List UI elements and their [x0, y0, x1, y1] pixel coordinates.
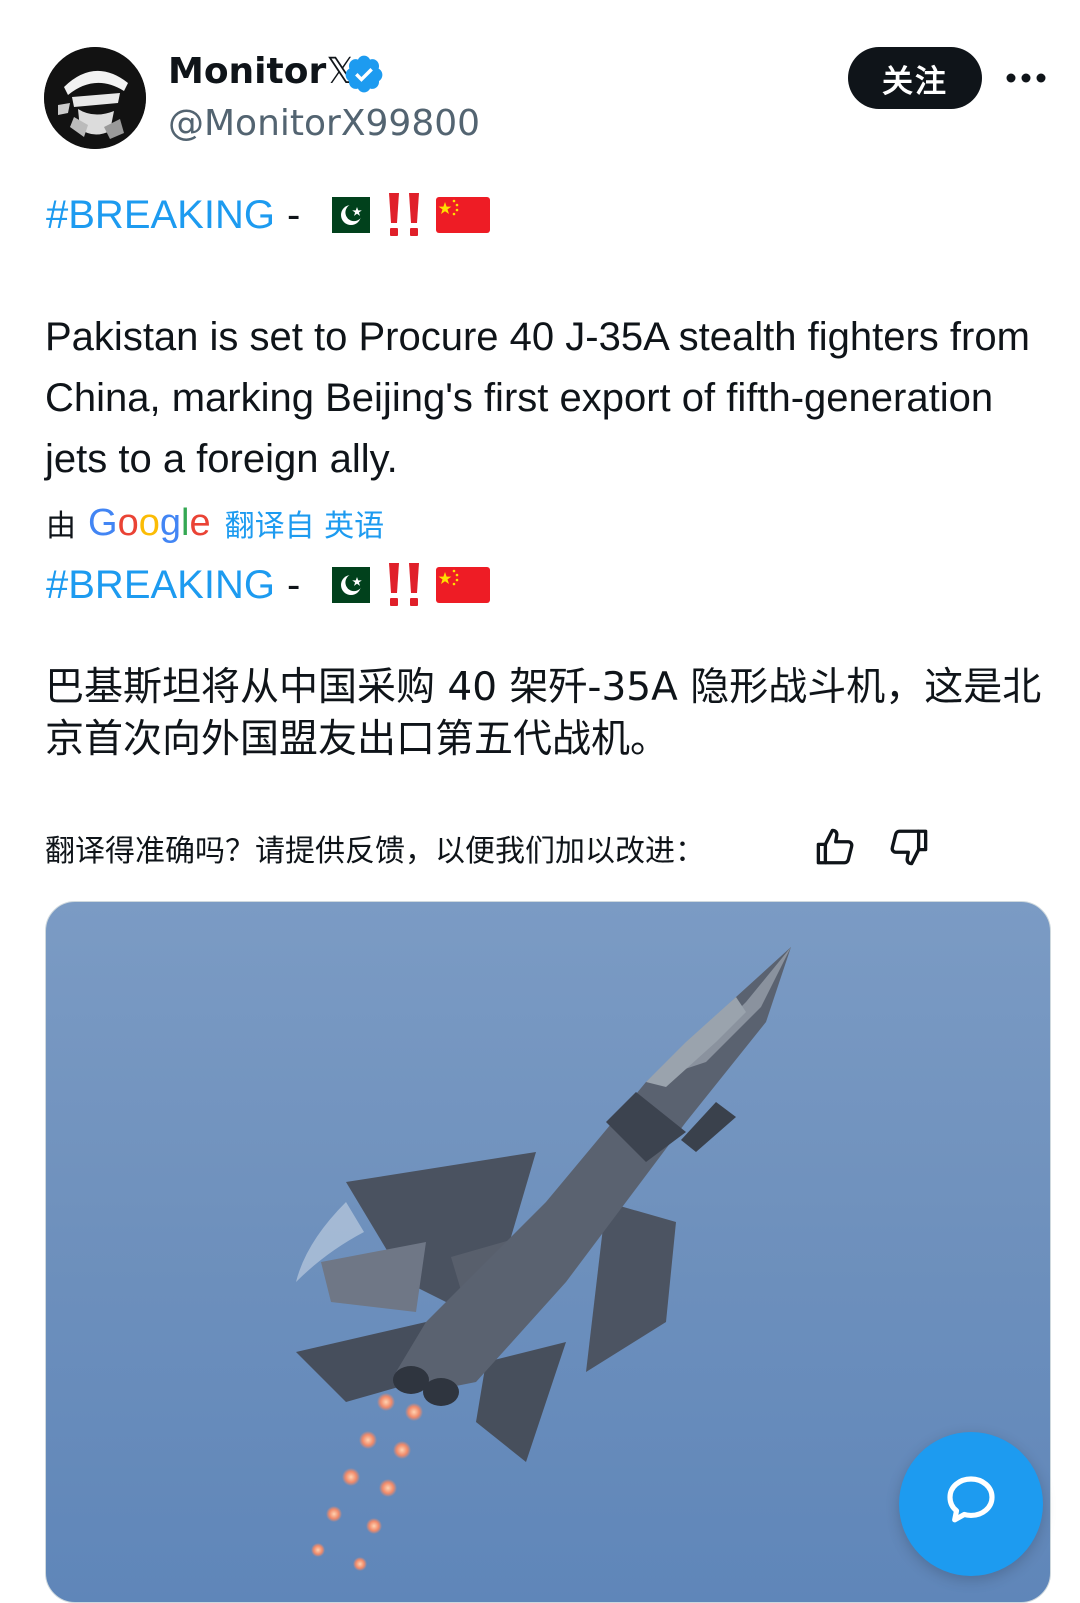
author-display-name[interactable]: Monitor𝕏: [168, 50, 355, 94]
display-name-text: Monitor: [168, 51, 327, 92]
flag-china-icon: [436, 567, 491, 603]
post-header: Monitor𝕏 @MonitorX99800 关注: [0, 0, 1080, 160]
hashtag-link[interactable]: #BREAKING: [46, 191, 275, 239]
dash-separator: -: [286, 192, 301, 237]
double-exclamation-icon: [389, 193, 420, 236]
post-body-english: Pakistan is set to Procure 40 J-35A stea…: [45, 315, 1030, 481]
flag-pakistan-icon: [320, 197, 371, 233]
follow-button[interactable]: 关注: [848, 47, 982, 109]
more-horizontal-icon[interactable]: [1004, 66, 1048, 90]
translated-by-label: 由: [46, 509, 76, 544]
translated-from-link[interactable]: 翻译自 英语: [225, 501, 385, 545]
google-logo: Google: [88, 502, 211, 544]
dash-separator: -: [286, 562, 301, 607]
verified-badge-icon: [345, 55, 383, 93]
feedback-prompt: 翻译得准确吗？请提供反馈，以便我们加以改进：: [45, 834, 705, 869]
translation-attribution: 由 Google 翻译自 英语: [46, 498, 384, 548]
translated-breaking-line: #BREAKING -: [46, 560, 491, 610]
flag-china-icon: [436, 197, 491, 233]
chat-fab-button[interactable]: [899, 1432, 1043, 1576]
original-breaking-line: #BREAKING -: [46, 190, 491, 240]
chat-bubble-icon: [947, 1476, 995, 1523]
flag-pakistan-icon: [320, 567, 371, 603]
hashtag-link[interactable]: #BREAKING: [46, 561, 275, 609]
translation-feedback: 翻译得准确吗？请提供反馈，以便我们加以改进：: [45, 822, 705, 874]
author-handle[interactable]: @MonitorX99800: [168, 102, 480, 146]
avatar-image: [44, 47, 146, 149]
author-avatar[interactable]: [44, 47, 146, 149]
double-exclamation-icon: [389, 563, 420, 606]
thumbs-down-icon[interactable]: [888, 826, 930, 868]
thumbs-up-icon[interactable]: [814, 826, 856, 868]
post-body-translated: 巴基斯坦将从中国采购 40 架歼-35A 隐形战斗机，这是北京首次向外国盟友出口…: [45, 665, 1042, 762]
